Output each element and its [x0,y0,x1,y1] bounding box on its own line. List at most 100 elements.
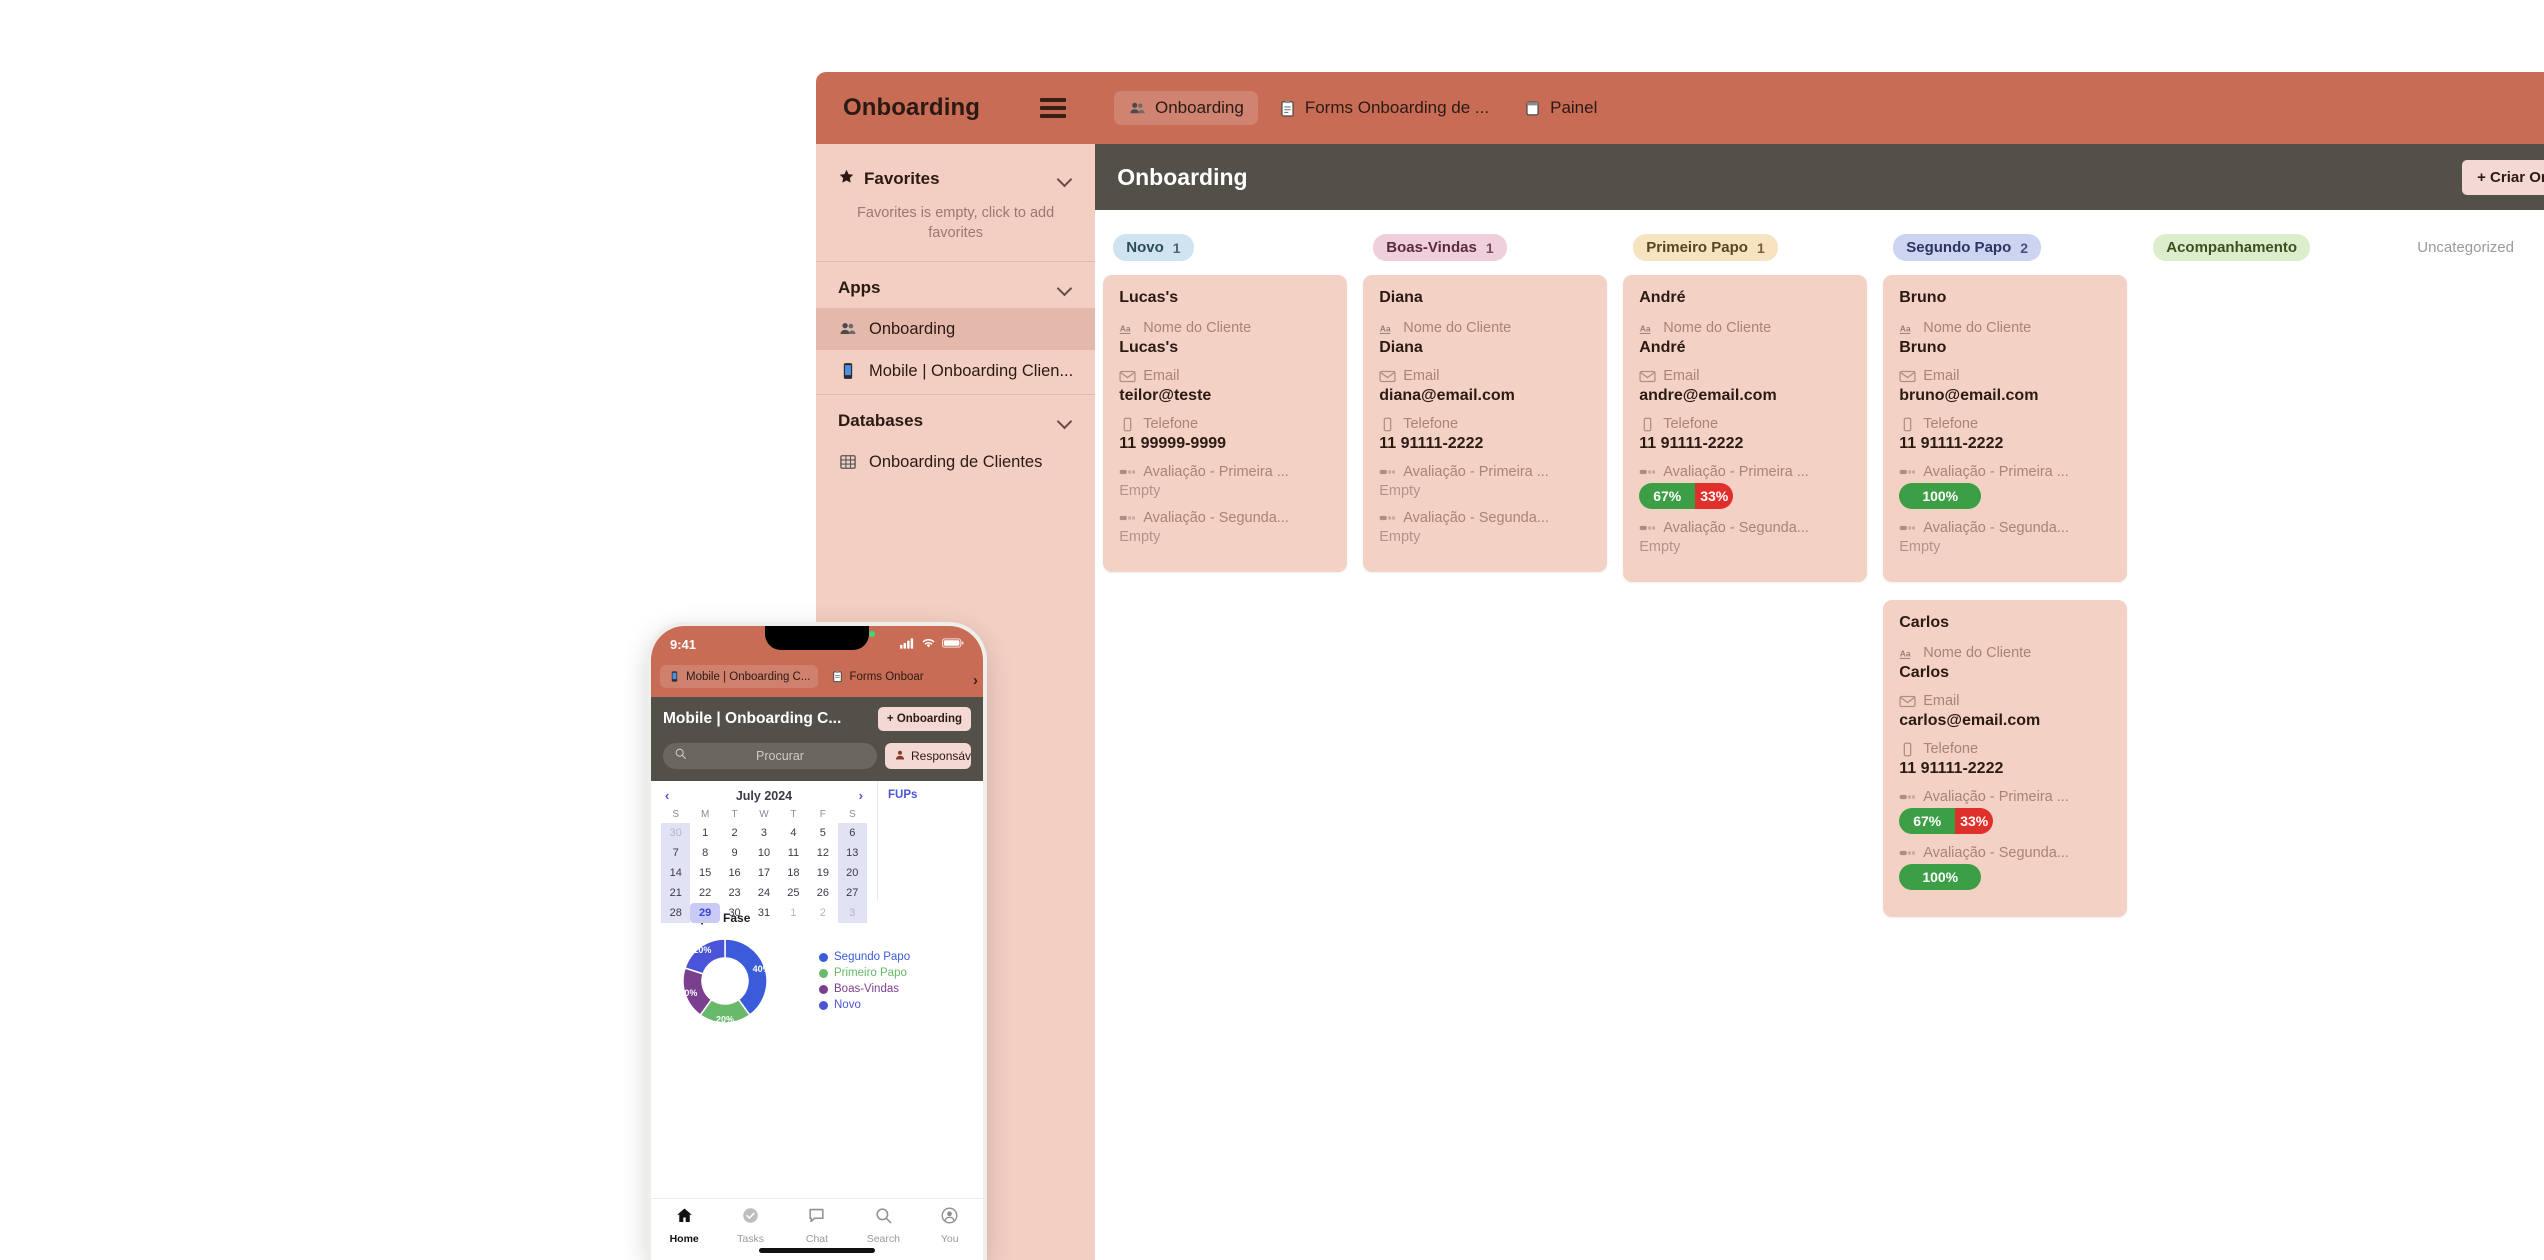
card-field-label: Avaliação - Primeira ... [1899,464,2111,480]
column-status-pill[interactable]: Primeiro Papo 1 [1633,234,1778,261]
calendar-day[interactable]: 20 [837,863,867,883]
phone-responsavel-filter[interactable]: Responsáv [885,743,971,769]
calendar-day[interactable]: 7 [661,843,691,863]
calendar-day[interactable]: 31 [749,903,778,923]
tab-painel[interactable]: Painel [1509,91,1611,125]
calendar-day[interactable]: 8 [690,843,719,863]
calendar-day[interactable]: 11 [779,843,808,863]
calendar-day[interactable]: 24 [749,883,778,903]
calendar-day[interactable]: 16 [720,863,749,883]
card-field-value: Empty [1379,483,1421,499]
calendar-day[interactable]: 12 [808,843,837,863]
calendar-day[interactable]: 15 [690,863,719,883]
mobile-icon [838,361,858,381]
calendar-day[interactable]: 1 [779,903,808,923]
card-field-value: Bruno [1899,339,1947,356]
create-onboarding-button[interactable]: + Criar Onboarding [2462,159,2544,195]
kanban-card[interactable]: Carlos Aa Nome do Cliente Carlos Email carlos… [1883,600,2128,917]
hamburger-icon[interactable] [1040,98,1066,118]
phone-tab-forms-onboarding[interactable]: Forms Onboar [823,665,931,688]
kanban-card[interactable]: Bruno Aa Nome do Cliente Bruno Email bruno@em… [1883,275,2128,582]
calendar-header: ‹ July 2024 › [661,788,867,807]
legend-label: Primeiro Papo [834,967,907,979]
calendar-day[interactable]: 3 [837,903,867,923]
mail-icon [1379,369,1396,384]
card-field-label: Avaliação - Segunda... [1899,845,2111,861]
calendar-day[interactable]: 14 [661,863,691,883]
top-brand-bar: Onboarding Onboarding Forms Onboarding d… [816,72,2544,144]
kanban-card[interactable]: André Aa Nome do Cliente André Email andre@em… [1623,275,1868,582]
column-status-pill[interactable]: Novo 1 [1113,234,1194,261]
calendar-next-button[interactable]: › [859,788,863,803]
card-field-label: Aa Nome do Cliente [1119,320,1331,336]
calendar-day[interactable]: 22 [690,883,719,903]
calendar-day[interactable]: 1 [690,823,719,843]
phone-search-input[interactable]: Procurar [663,743,877,769]
sidebar-section-favorites[interactable]: Favorites [816,158,1095,200]
calendar-day[interactable]: 9 [720,843,749,863]
calendar-day[interactable]: 6 [837,823,867,843]
column-name: Boas-Vindas [1386,239,1477,256]
text-field-icon: Aa [1379,321,1396,336]
sidebar-item-onboarding[interactable]: Onboarding [816,308,1096,351]
calendar-prev-button[interactable]: ‹ [665,788,669,803]
phone-add-onboarding-button[interactable]: + Onboarding [877,707,971,731]
tab-forms-onboarding[interactable]: Forms Onboarding de ... [1264,91,1503,125]
calendar-day[interactable]: 25 [779,883,808,903]
calendar-day[interactable]: 30 [661,823,691,843]
calendar-day[interactable]: 30 [720,903,749,923]
tabbar-item-home[interactable]: Home [655,1206,713,1245]
calendar-day[interactable]: 13 [837,843,867,863]
score-segment-green: 67% [1899,808,1956,834]
tabbar-item-chat[interactable]: Chat [788,1206,846,1245]
calendar-day[interactable]: 4 [779,823,808,843]
people-icon [1128,99,1147,118]
calendar-day[interactable]: 28 [661,903,691,923]
chevron-right-icon[interactable]: › [973,672,978,689]
kanban-card[interactable]: Lucas's Aa Nome do Cliente Lucas's Email teil… [1103,275,1348,572]
phone-clock: 9:41 [670,637,697,652]
field-label-text: Email [1923,693,1960,709]
sidebar-item-mobile-onboarding[interactable]: Mobile | Onboarding Clien... [816,350,1095,392]
sidebar-section-apps[interactable]: Apps [816,268,1095,308]
sidebar-section-databases[interactable]: Databases [816,401,1095,441]
calendar-day[interactable]: 21 [661,883,691,903]
phone-tab-mobile-onboarding[interactable]: Mobile | Onboarding C... [660,665,819,688]
column-status-pill[interactable]: Acompanhamento [2153,234,2311,261]
tabbar-item-tasks[interactable]: Tasks [722,1206,780,1245]
calendar-day[interactable]: 18 [779,863,808,883]
card-field-label: Avaliação - Primeira ... [1379,464,1591,480]
tabbar-item-you[interactable]: You [921,1206,979,1245]
calendar-day[interactable]: 5 [808,823,837,843]
calendar-day[interactable]: 17 [749,863,778,883]
calendar-day[interactable]: 2 [808,903,837,923]
tab-onboarding[interactable]: Onboarding [1114,91,1258,125]
calendar-day[interactable]: 3 [749,823,778,843]
tabbar-item-search[interactable]: Search [854,1206,912,1245]
card-field-value: Empty [1899,539,1941,555]
column-status-pill[interactable]: Segundo Papo 2 [1893,234,2042,261]
evaluation-score-bar: 100% [1899,864,1982,890]
calendar-day[interactable]: 2 [720,823,749,843]
tabbar-item-label: Tasks [737,1233,764,1245]
card-field-value: andre@email.com [1639,387,1777,404]
phone-search-row: Procurar Responsáv [651,743,983,781]
recording-indicator-icon [869,631,875,637]
calendar-day[interactable]: 19 [808,863,837,883]
tabbar-item-label: Chat [805,1233,829,1245]
calendar-day[interactable]: 10 [749,843,778,863]
column-status-pill[interactable]: Boas-Vindas 1 [1373,234,1507,261]
calendar-day[interactable]: 23 [720,883,749,903]
kanban-card[interactable]: Diana Aa Nome do Cliente Diana Email diana@em… [1363,275,1608,572]
legend-label: Novo [834,999,861,1011]
field-label-text: Email [1403,368,1440,384]
card-field-label: Aa Nome do Cliente [1899,320,2111,336]
calendar-day[interactable]: 26 [808,883,837,903]
svg-text:Aa: Aa [1900,648,1911,658]
calendar-day[interactable]: 27 [837,883,867,903]
calendar-day[interactable]: 29 [690,903,720,923]
desktop-app-window: Onboarding Onboarding Forms Onboarding d… [816,72,2544,1260]
field-label-text: Telefone [1923,741,1979,757]
mail-icon [1119,369,1136,384]
sidebar-item-onboarding-de-clientes[interactable]: Onboarding de Clientes [816,441,1095,483]
